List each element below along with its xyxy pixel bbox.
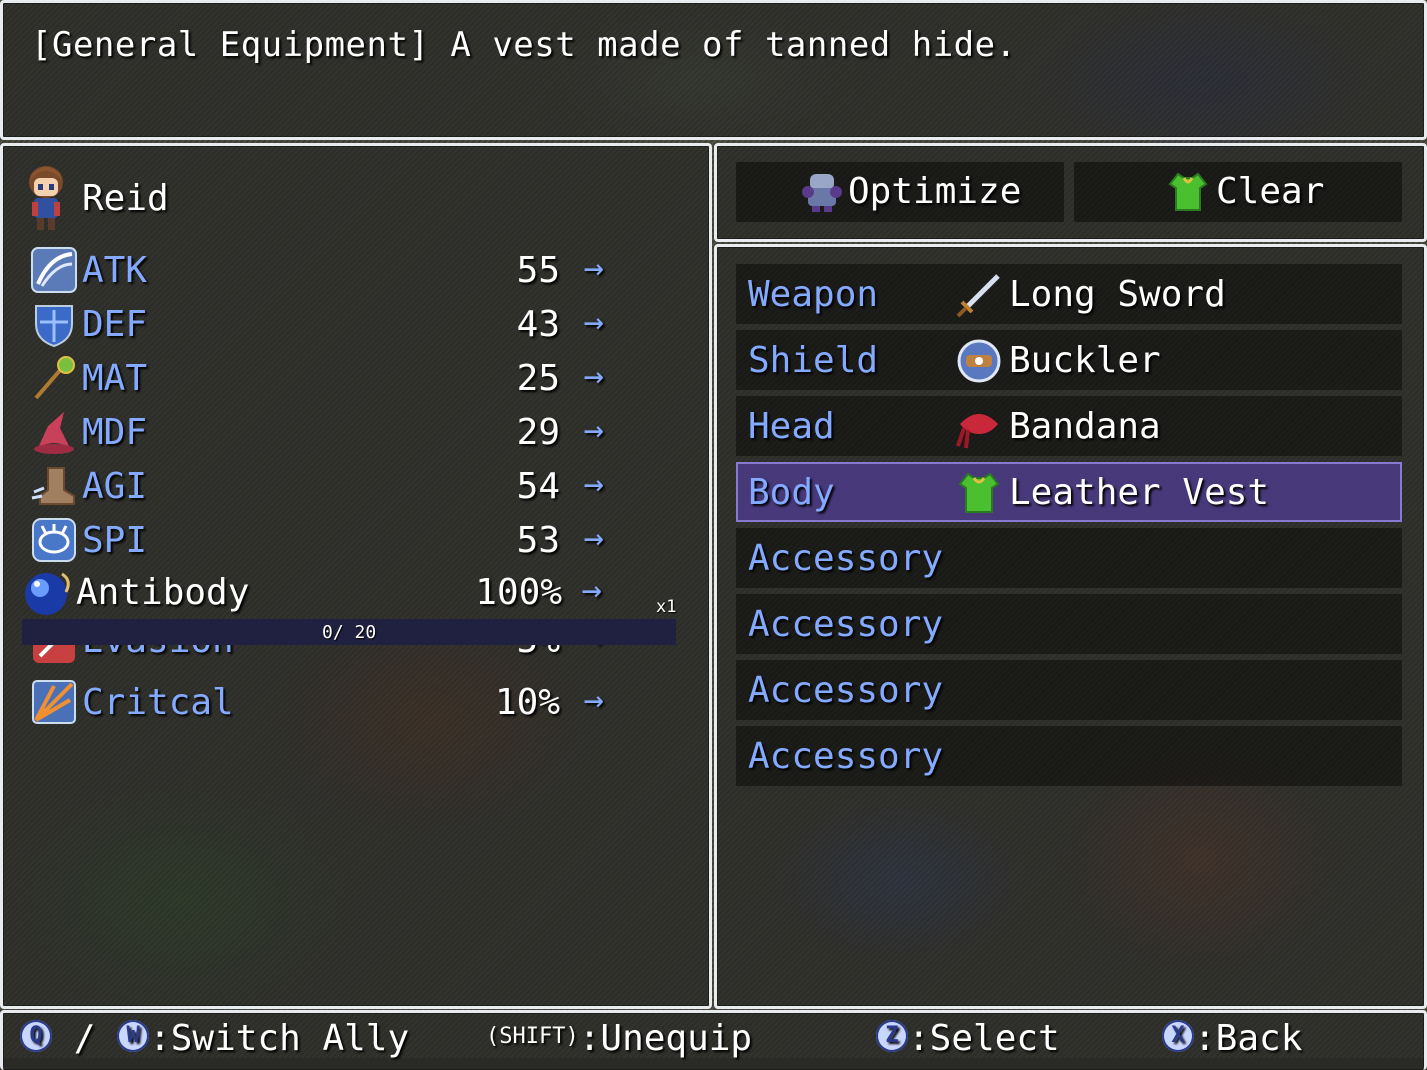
stat-row-critical: Critcal 10% → xyxy=(30,676,610,726)
vest-clear-icon xyxy=(1168,172,1208,211)
buckler-icon xyxy=(957,339,1001,383)
state-gauge: 0/ 20 xyxy=(22,619,676,645)
stat-label: Critcal xyxy=(82,682,234,723)
select-label: :Select xyxy=(908,1018,1060,1059)
w-key-icon: W xyxy=(117,1020,150,1052)
stat-value: 53 xyxy=(516,520,560,561)
back-label: :Back xyxy=(1194,1018,1303,1059)
shield-icon xyxy=(35,305,73,348)
slot-name: Accessory xyxy=(748,736,944,777)
hero-sprite-icon xyxy=(29,166,63,230)
slot-accessory[interactable]: Accessory xyxy=(736,594,1402,654)
right-arrow-icon: → xyxy=(583,356,604,396)
bandana-icon xyxy=(956,414,998,449)
armor-optimize-icon xyxy=(802,174,842,212)
stat-value: 55 xyxy=(516,250,560,291)
optimize-button[interactable]: Optimize xyxy=(736,162,1064,222)
leather-vest-icon xyxy=(958,472,1000,513)
stat-value: 25 xyxy=(516,358,560,399)
slot-name: Accessory xyxy=(748,604,944,645)
unequip-hint[interactable]: (SHIFT):Unequip xyxy=(486,1018,752,1059)
slot-item: Long Sword xyxy=(1009,274,1226,315)
slot-accessory[interactable]: Accessory xyxy=(736,660,1402,720)
state-multiplier: x1 xyxy=(656,597,677,617)
right-arrow-icon: → xyxy=(581,570,602,610)
state-overlay-row: Antibody 100% → xyxy=(22,568,612,618)
magic-staff-icon xyxy=(34,356,75,400)
stat-value: 54 xyxy=(516,466,560,507)
slot-name: Accessory xyxy=(748,538,944,579)
gauge-text: 0/ 20 xyxy=(322,622,377,643)
state-name: Antibody xyxy=(76,572,250,613)
slot-name: Accessory xyxy=(748,670,944,711)
right-arrow-icon: → xyxy=(583,248,604,288)
slot-name: Body xyxy=(748,472,835,513)
stat-row-mdf: MDF 29 → xyxy=(30,406,610,456)
stat-row-atk: ATK 55 → xyxy=(30,244,610,294)
stat-row-agi: AGI 54 → xyxy=(30,460,610,510)
optimize-label: Optimize xyxy=(848,171,1022,212)
back-hint[interactable]: X:Back xyxy=(1162,1018,1302,1059)
select-hint[interactable]: Z:Select xyxy=(876,1018,1060,1059)
stat-label: ATK xyxy=(82,250,148,291)
blue-orb-icon xyxy=(25,572,70,615)
stat-row-def: DEF 43 → xyxy=(30,298,610,348)
right-arrow-icon: → xyxy=(583,518,604,558)
stat-label: SPI xyxy=(82,520,148,561)
right-arrow-icon: → xyxy=(583,680,604,720)
actor-name: Reid xyxy=(82,178,169,219)
stat-value: 10% xyxy=(494,682,560,723)
slot-name: Head xyxy=(748,406,835,447)
slash-text: / xyxy=(73,1018,96,1059)
help-window: [General Equipment] A vest made of tanne… xyxy=(0,0,1427,140)
right-arrow-icon: → xyxy=(583,410,604,450)
stat-value: 29 xyxy=(516,412,560,453)
slot-shield[interactable]: Shield Buckler xyxy=(736,330,1402,390)
slot-name: Shield xyxy=(748,340,879,381)
state-value: 100% xyxy=(475,572,562,613)
sword-slash-icon xyxy=(31,247,77,293)
right-arrow-icon: → xyxy=(583,302,604,342)
stat-label: MAT xyxy=(82,358,148,399)
slot-accessory[interactable]: Accessory xyxy=(736,528,1402,588)
slot-weapon[interactable]: Weapon Long Sword xyxy=(736,264,1402,324)
x-key-icon: X xyxy=(1162,1020,1194,1052)
stat-label: MDF xyxy=(82,412,148,453)
z-key-icon: Z xyxy=(876,1020,908,1052)
wizard-hat-icon xyxy=(34,412,74,454)
stat-value: 43 xyxy=(516,304,560,345)
stat-row-spi: SPI 53 → xyxy=(30,514,610,564)
stat-row-mat: MAT 25 → xyxy=(30,352,610,402)
stat-label: DEF xyxy=(82,304,148,345)
unequip-label: :Unequip xyxy=(578,1018,753,1059)
slot-accessory[interactable]: Accessory xyxy=(736,726,1402,786)
slot-name: Weapon xyxy=(748,274,879,315)
boot-icon xyxy=(31,467,75,505)
slot-body[interactable]: Body Leather Vest xyxy=(736,462,1402,522)
slot-item: Bandana xyxy=(1009,406,1161,447)
long-sword-icon xyxy=(956,274,1000,318)
critical-burst-icon xyxy=(32,680,76,724)
switch-ally-label: :Switch Ally xyxy=(149,1018,410,1059)
q-key-icon: Q xyxy=(20,1020,52,1052)
help-text: [General Equipment] A vest made of tanne… xyxy=(31,25,1017,65)
slot-item: Buckler xyxy=(1009,340,1161,381)
slot-item: Leather Vest xyxy=(1009,472,1270,513)
clear-button[interactable]: Clear xyxy=(1074,162,1402,222)
switch-ally-hint[interactable]: Q / W:Switch Ally xyxy=(20,1018,409,1059)
stat-label: AGI xyxy=(82,466,148,507)
spirit-icon xyxy=(32,518,76,562)
right-arrow-icon: → xyxy=(583,464,604,504)
slot-head[interactable]: Head Bandana xyxy=(736,396,1402,456)
shift-key-icon: (SHIFT) xyxy=(486,1023,579,1049)
clear-label: Clear xyxy=(1216,171,1325,212)
